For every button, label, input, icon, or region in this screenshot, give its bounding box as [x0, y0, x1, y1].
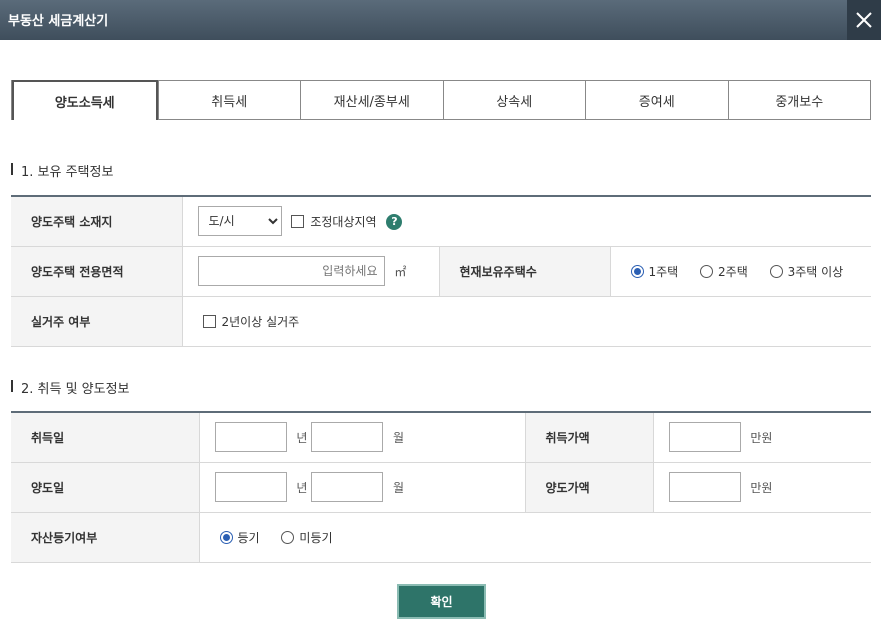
- acq-month-input[interactable]: [311, 422, 384, 453]
- house-count-2-label: 2주택: [718, 264, 748, 279]
- month-unit: 월: [393, 430, 405, 445]
- house-count-2-radio[interactable]: 2주택: [700, 263, 748, 280]
- close-button[interactable]: [847, 0, 881, 40]
- help-icon[interactable]: ?: [386, 213, 403, 230]
- transfer-price-input[interactable]: [668, 472, 741, 502]
- house-count-3-radio[interactable]: 3주택 이상: [769, 263, 844, 280]
- tab-bar: 양도소득세 취득세 재산세/종부세 상속세 증여세 중개보수: [11, 80, 871, 120]
- tab-gift-tax[interactable]: 증여세: [585, 81, 728, 120]
- radio-checked-icon: [219, 530, 233, 544]
- price-unit: 만원: [750, 430, 773, 445]
- adjust-area-label: 조정대상지역: [310, 215, 377, 230]
- transfer-price-label: 양도가액: [524, 462, 653, 513]
- tab-inheritance-tax[interactable]: 상속세: [442, 81, 585, 120]
- acq-date-label: 취득일: [11, 412, 199, 463]
- house-count-3-label: 3주택 이상: [787, 264, 844, 279]
- unregistered-radio[interactable]: 미등기: [281, 529, 333, 546]
- registration-label: 자산등기여부: [11, 512, 199, 563]
- close-icon: [856, 12, 872, 28]
- transfer-year-input[interactable]: [214, 472, 287, 502]
- unregistered-label: 미등기: [299, 530, 333, 545]
- residence-check-label: 2년이상 실거주: [221, 314, 300, 329]
- house-count-label: 현재보유주택수: [438, 246, 610, 297]
- registered-label: 등기: [237, 530, 260, 545]
- registered-radio[interactable]: 등기: [219, 529, 260, 546]
- confirm-button[interactable]: 확인: [397, 584, 486, 619]
- area-unit: ㎡: [394, 264, 407, 279]
- house-count-1-radio[interactable]: 1주택: [630, 263, 679, 280]
- adjust-area-checkbox[interactable]: 조정대상지역: [291, 213, 377, 230]
- acq-year-input[interactable]: [214, 422, 287, 453]
- tab-transfer-tax[interactable]: 양도소득세: [12, 80, 158, 120]
- window-title: 부동산 세금계산기: [8, 14, 109, 29]
- tab-brokerage-fee[interactable]: 중개보수: [727, 81, 870, 120]
- acq-price-input[interactable]: [668, 422, 741, 453]
- section1-title: 1. 보유 주택정보: [11, 161, 113, 180]
- location-label: 양도주택 소재지: [11, 196, 182, 247]
- price-unit: 만원: [750, 480, 773, 495]
- transfer-info-table: 취득일 년 월 취득가액 만원 양도일 년 월 양도가액 만원 자산등기여부 등…: [11, 411, 871, 563]
- checkbox-icon: [291, 215, 305, 229]
- house-info-table: 양도주택 소재지 도/시 조정대상지역 ? 양도주택 전용면적 ㎡ 현재보유주택…: [11, 195, 871, 347]
- tab-property-tax[interactable]: 재산세/종부세: [300, 81, 443, 120]
- radio-icon: [769, 264, 783, 278]
- radio-icon: [700, 264, 714, 278]
- tab-acquisition-tax[interactable]: 취득세: [157, 81, 300, 120]
- transfer-month-input[interactable]: [311, 472, 384, 502]
- checkbox-icon: [202, 314, 216, 328]
- year-unit: 년: [296, 480, 308, 495]
- month-unit: 월: [393, 480, 405, 495]
- section2-title: 2. 취득 및 양도정보: [11, 378, 130, 397]
- acq-price-label: 취득가액: [524, 412, 653, 463]
- title-bar: 부동산 세금계산기: [0, 0, 881, 40]
- area-label: 양도주택 전용면적: [11, 246, 182, 297]
- residence-checkbox[interactable]: 2년이상 실거주: [202, 313, 300, 330]
- radio-checked-icon: [630, 264, 644, 278]
- area-input[interactable]: [197, 256, 385, 286]
- location-select[interactable]: 도/시: [197, 206, 282, 237]
- residence-label: 실거주 여부: [11, 296, 182, 347]
- transfer-date-label: 양도일: [11, 462, 199, 513]
- radio-icon: [281, 530, 295, 544]
- house-count-1-label: 1주택: [648, 264, 679, 279]
- year-unit: 년: [296, 430, 308, 445]
